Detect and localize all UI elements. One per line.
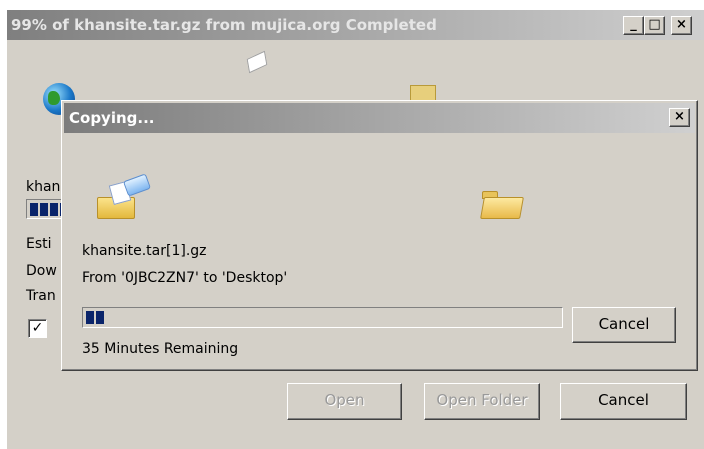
close-icon[interactable]: ×: [671, 16, 692, 35]
download-cancel-button[interactable]: Cancel: [560, 383, 687, 420]
copying-cancel-label: Cancel: [598, 315, 650, 333]
folder-destination-icon: [480, 185, 524, 219]
copying-file-name: khansite.tar[1].gz: [82, 243, 207, 259]
estimated-label: Esti: [26, 236, 52, 252]
transfer-rate-label: Tran: [26, 288, 56, 304]
copying-dialog: Copying... × khansite.tar[1].gz From '0J…: [61, 100, 698, 371]
folder-source-icon: [97, 173, 152, 219]
copying-progress-bar: [82, 307, 563, 328]
download-title: 99% of khansite.tar.gz from mujica.org C…: [11, 16, 437, 34]
copying-titlebar[interactable]: Copying...: [64, 103, 695, 133]
maximize-icon[interactable]: □: [644, 16, 665, 35]
open-folder-button[interactable]: Open Folder: [424, 383, 540, 420]
download-titlebar[interactable]: 99% of khansite.tar.gz from mujica.org C…: [7, 10, 704, 40]
open-button-label: Open: [324, 391, 365, 409]
copying-close-icon[interactable]: ×: [669, 108, 690, 127]
minimize-icon[interactable]: _: [623, 16, 644, 35]
download-cancel-label: Cancel: [598, 391, 649, 409]
copying-remaining: 35 Minutes Remaining: [82, 341, 239, 357]
close-when-complete-checkbox[interactable]: ✓: [28, 319, 47, 338]
file-label: khan: [26, 179, 61, 195]
copying-from-to: From '0JBC2ZN7' to 'Desktop': [82, 270, 288, 286]
download-progress-bar: [26, 199, 68, 219]
flying-paper-icon: [246, 50, 268, 74]
download-to-label: Dow: [26, 263, 57, 279]
open-folder-button-label: Open Folder: [436, 391, 528, 409]
copying-cancel-button[interactable]: Cancel: [572, 307, 676, 343]
copying-title: Copying...: [69, 109, 155, 127]
open-button[interactable]: Open: [287, 383, 402, 420]
